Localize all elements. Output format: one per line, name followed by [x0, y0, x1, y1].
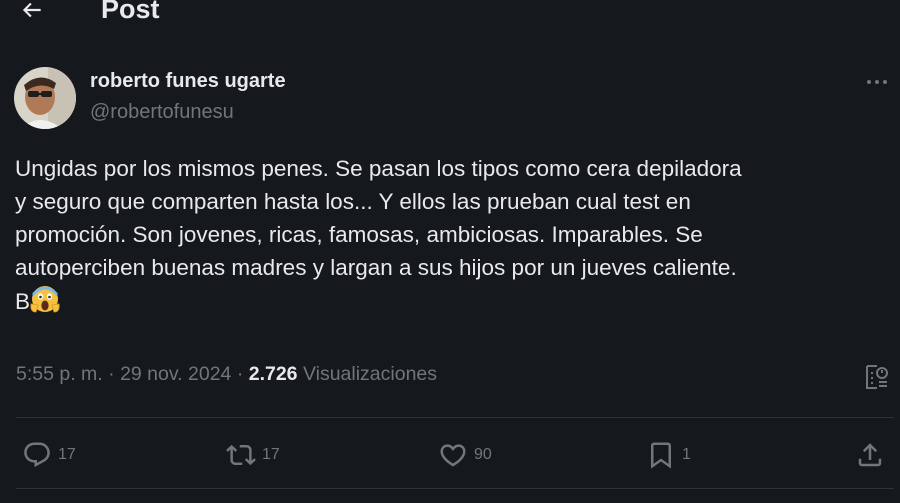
views-label: Visualizaciones — [302, 363, 438, 385]
post-date[interactable]: 29 nov. 2024 — [120, 363, 231, 385]
analytics-icon — [866, 365, 888, 389]
back-button[interactable] — [14, 0, 50, 28]
more-options-button[interactable] — [860, 70, 894, 94]
reply-count: 17 — [58, 446, 76, 463]
bookmark-icon — [651, 442, 671, 469]
post-text: Ungidas por los mismos penes. Se pasan l… — [15, 152, 895, 318]
divider — [16, 488, 894, 489]
reply-icon — [24, 442, 50, 468]
page-title: Post — [101, 0, 160, 24]
bookmark-button[interactable]: 1 — [646, 435, 691, 475]
like-count: 90 — [474, 446, 492, 463]
more-horizontal-icon — [867, 80, 887, 84]
repost-count: 17 — [262, 446, 280, 463]
meta-separator: · — [236, 363, 244, 385]
analytics-button[interactable] — [862, 362, 892, 392]
reply-button[interactable]: 17 — [22, 435, 76, 475]
repost-icon — [226, 444, 256, 466]
repost-button[interactable]: 17 — [226, 435, 280, 475]
post-text-body: Ungidas por los mismos penes. Se pasan l… — [15, 156, 742, 314]
avatar[interactable] — [14, 67, 76, 129]
divider — [16, 417, 894, 418]
share-button[interactable] — [855, 435, 885, 475]
bookmark-count: 1 — [682, 446, 691, 463]
share-icon — [858, 443, 882, 467]
arrow-left-icon — [22, 2, 41, 18]
action-bar: 17 17 90 1 — [0, 435, 900, 475]
post-time[interactable]: 5:55 p. m. — [16, 363, 103, 385]
author-handle[interactable]: @robertofunesu — [90, 101, 234, 124]
face-screaming-emoji — [30, 284, 60, 314]
views-count: 2.726 — [248, 363, 298, 385]
post-metadata: 5:55 p. m. · 29 nov. 2024 · 2.726 Visual… — [16, 363, 437, 386]
heart-icon — [440, 444, 466, 467]
like-button[interactable]: 90 — [438, 435, 492, 475]
meta-separator: · — [108, 363, 115, 385]
author-name[interactable]: roberto funes ugarte — [90, 70, 286, 93]
header-bar: Post — [0, 0, 900, 40]
